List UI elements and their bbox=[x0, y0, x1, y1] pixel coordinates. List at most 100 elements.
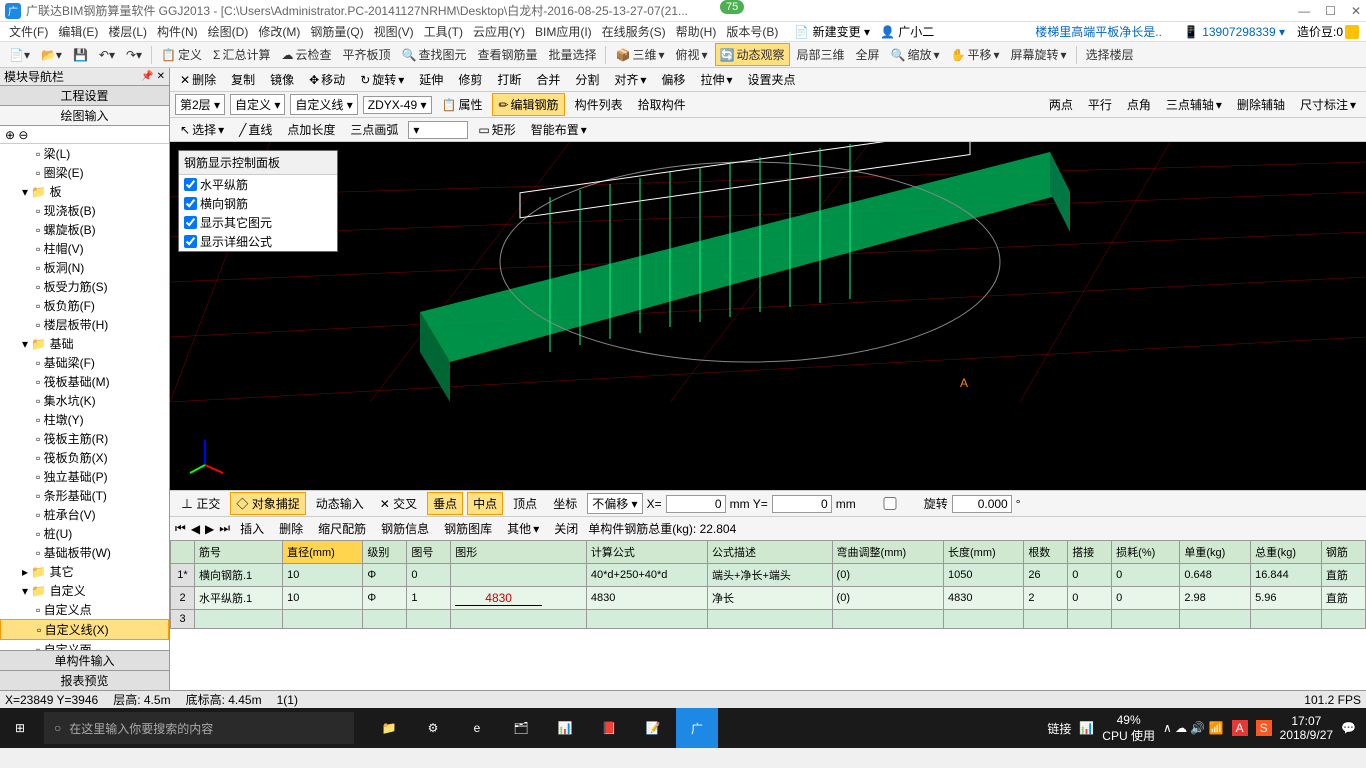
nav-next[interactable]: ▶ bbox=[205, 522, 214, 536]
copy-btn[interactable]: 复制 bbox=[226, 69, 260, 90]
dyn-btn[interactable]: 动态输入 bbox=[310, 492, 370, 515]
smart-tool-btn[interactable]: 智能布置▾ bbox=[526, 119, 592, 140]
maximize-icon[interactable]: ☐ bbox=[1325, 4, 1336, 18]
task-app[interactable]: 📝 bbox=[632, 708, 674, 748]
extend-btn[interactable]: 延伸 bbox=[414, 69, 448, 90]
tab-project[interactable]: 工程设置 bbox=[0, 86, 169, 106]
task-app[interactable]: 📕 bbox=[588, 708, 630, 748]
tree-node[interactable]: ▫ 柱墩(Y) bbox=[0, 410, 169, 429]
attr-btn[interactable]: 📋 属性 bbox=[437, 94, 488, 115]
split-btn[interactable]: 分割 bbox=[570, 69, 604, 90]
delete-btn[interactable]: ✕ 删除 bbox=[175, 69, 221, 90]
task-app[interactable]: 📁 bbox=[368, 708, 410, 748]
search-box[interactable]: ○ 在这里输入你要搜索的内容 bbox=[44, 712, 354, 744]
3d-btn[interactable]: 📦 三维▾ bbox=[611, 44, 668, 65]
menu-edit[interactable]: 编辑(E) bbox=[54, 21, 102, 42]
cross-btn[interactable]: ✕ 交叉 bbox=[374, 492, 423, 515]
rot-input[interactable] bbox=[952, 495, 1012, 513]
opt-formula[interactable] bbox=[184, 235, 197, 248]
offset-select[interactable]: 不偏移 ▾ bbox=[587, 493, 642, 514]
rotate-btn[interactable]: ↻ 旋转▾ bbox=[355, 69, 409, 90]
tree-node[interactable]: ▾ 📁 板 bbox=[0, 182, 169, 201]
tree-node[interactable]: ▾ 📁 基础 bbox=[0, 334, 169, 353]
task-app[interactable]: 广 bbox=[676, 708, 718, 748]
tree-node[interactable]: ▫ 筏板负筋(X) bbox=[0, 448, 169, 467]
merge-btn[interactable]: 合并 bbox=[531, 69, 565, 90]
tree-node[interactable]: ▸ 📁 其它 bbox=[0, 562, 169, 581]
top-btn[interactable]: 顶点 bbox=[507, 492, 543, 515]
menu-view[interactable]: 视图(V) bbox=[370, 21, 418, 42]
3d-viewport[interactable]: A 钢筋显示控制面板 水平纵筋 横向钢筋 显示其它图元 显示详细公式 bbox=[170, 142, 1366, 490]
mid-btn[interactable]: 中点 bbox=[467, 492, 503, 515]
redo-btn[interactable]: ↷▾ bbox=[122, 46, 146, 64]
tree-node[interactable]: ▫ 螺旋板(B) bbox=[0, 220, 169, 239]
osnap-btn[interactable]: ◇ 对象捕捉 bbox=[230, 492, 305, 515]
orbit-btn[interactable]: 🔄 动态观察 bbox=[715, 43, 790, 66]
mirror-btn[interactable]: 镜像 bbox=[265, 69, 299, 90]
cloud-check-btn[interactable]: ☁ 云检查 bbox=[277, 44, 335, 65]
info-btn[interactable]: 钢筋信息 bbox=[376, 518, 434, 539]
note-link[interactable]: 楼梯里高端平板净长是.. bbox=[1035, 23, 1162, 40]
pan-btn[interactable]: ✋ 平移▾ bbox=[947, 44, 1004, 65]
line-select[interactable]: 自定义线 ▾ bbox=[290, 94, 357, 115]
break-btn[interactable]: 打断 bbox=[492, 69, 526, 90]
rot-check[interactable] bbox=[860, 497, 920, 510]
arc-tool-btn[interactable]: 三点画弧 bbox=[345, 119, 403, 140]
tree-node[interactable]: ▾ 📁 自定义 bbox=[0, 581, 169, 600]
pick-btn[interactable]: 拾取构件 bbox=[633, 94, 691, 115]
tree-node[interactable]: ▫ 条形基础(T) bbox=[0, 486, 169, 505]
line-tool-btn[interactable]: ╱ 直线 bbox=[234, 119, 277, 140]
floor-select[interactable]: 第2层 ▾ bbox=[175, 94, 225, 115]
sum-btn[interactable]: Σ 汇总计算 bbox=[209, 44, 274, 65]
scale-btn[interactable]: 缩尺配筋 bbox=[313, 518, 371, 539]
phone-label[interactable]: 📱 13907298339 ▾ bbox=[1184, 25, 1285, 39]
new-change-btn[interactable]: 📄 新建变更 ▾ bbox=[794, 23, 870, 40]
rect-tool-btn[interactable]: ▭ 矩形 bbox=[473, 119, 520, 140]
tab-draw[interactable]: 绘图输入 bbox=[0, 106, 169, 126]
tree-node[interactable]: ▫ 桩(U) bbox=[0, 524, 169, 543]
rotate-screen-btn[interactable]: 屏幕旋转▾ bbox=[1007, 44, 1071, 65]
name-select[interactable]: ZDYX-49 ▾ bbox=[363, 96, 432, 114]
flat-btn[interactable]: 平齐板顶 bbox=[338, 44, 394, 65]
3pt-btn[interactable]: 三点辅轴▾ bbox=[1161, 94, 1227, 115]
task-app[interactable]: ⚙ bbox=[412, 708, 454, 748]
component-tree[interactable]: ▫ 梁(L) ▫ 圈梁(E)▾ 📁 板 ▫ 现浇板(B) ▫ 螺旋板(B) ▫ … bbox=[0, 144, 169, 650]
opt-h[interactable] bbox=[184, 178, 197, 191]
stretch-btn[interactable]: 拉伸▾ bbox=[695, 69, 737, 90]
notif-icon[interactable]: 💬 bbox=[1341, 721, 1356, 735]
menu-cloud[interactable]: 云应用(Y) bbox=[469, 21, 529, 42]
nav-prev[interactable]: ◀ bbox=[191, 522, 200, 536]
parallel-btn[interactable]: 平行 bbox=[1083, 94, 1117, 115]
tree-node[interactable]: ▫ 桩承台(V) bbox=[0, 505, 169, 524]
perp-btn[interactable]: 垂点 bbox=[427, 492, 463, 515]
menu-component[interactable]: 构件(N) bbox=[153, 21, 202, 42]
new-btn[interactable]: 📄▾ bbox=[5, 46, 34, 64]
tree-node[interactable]: ▫ 自定义点 bbox=[0, 600, 169, 619]
arc-opt[interactable]: ▾ bbox=[408, 121, 468, 139]
tree-node[interactable]: ▫ 板负筋(F) bbox=[0, 296, 169, 315]
tree-node[interactable]: ▫ 现浇板(B) bbox=[0, 201, 169, 220]
other-btn[interactable]: 其他▾ bbox=[502, 518, 544, 539]
opt-other[interactable] bbox=[184, 216, 197, 229]
user-btn[interactable]: 👤 广小二 bbox=[880, 23, 934, 40]
minimize-icon[interactable]: — bbox=[1298, 4, 1310, 18]
trim-btn[interactable]: 修剪 bbox=[453, 69, 487, 90]
menu-rebar[interactable]: 钢筋量(Q) bbox=[306, 21, 367, 42]
fullscreen-btn[interactable]: 全屏 bbox=[852, 44, 884, 65]
menu-modify[interactable]: 修改(M) bbox=[254, 21, 304, 42]
tree-node[interactable]: ▫ 独立基础(P) bbox=[0, 467, 169, 486]
nav-last[interactable]: ⏭ bbox=[219, 521, 230, 536]
2pt-btn[interactable]: 两点 bbox=[1044, 94, 1078, 115]
top-view-btn[interactable]: 俯视▾ bbox=[671, 44, 711, 65]
tree-node[interactable]: ▫ 圈梁(E) bbox=[0, 163, 169, 182]
len-tool-btn[interactable]: 点加长度 bbox=[282, 119, 340, 140]
menu-bim[interactable]: BIM应用(I) bbox=[531, 21, 596, 42]
menu-online[interactable]: 在线服务(S) bbox=[598, 21, 670, 42]
x-input[interactable] bbox=[666, 495, 726, 513]
tray-link[interactable]: 链接 bbox=[1047, 720, 1071, 737]
ortho-btn[interactable]: ⊥ 正交 bbox=[175, 492, 226, 515]
start-button[interactable]: ⊞ bbox=[0, 708, 40, 748]
task-app[interactable]: 📊 bbox=[544, 708, 586, 748]
close-grid-btn[interactable]: 关闭 bbox=[549, 518, 583, 539]
insert-row-btn[interactable]: 插入 bbox=[235, 518, 269, 539]
